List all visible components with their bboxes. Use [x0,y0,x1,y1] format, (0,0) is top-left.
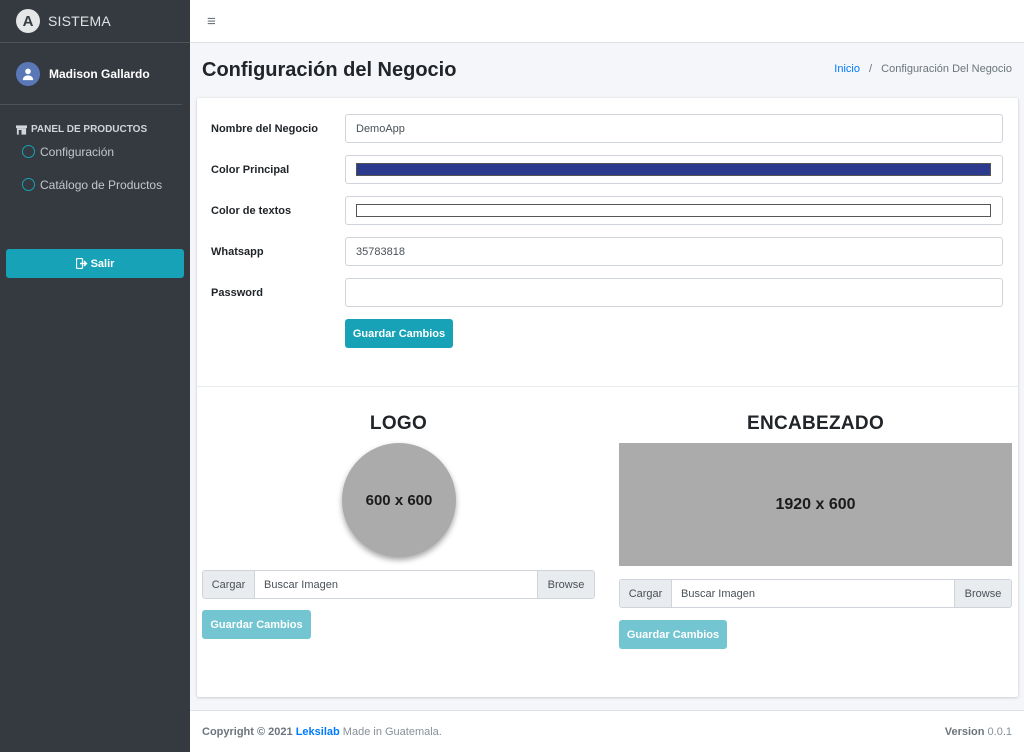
breadcrumb-separator: / [869,63,873,75]
main-color-row: Color Principal [211,155,1003,184]
text-color-label: Color de textos [211,204,292,217]
logout-label: Salir [90,257,115,270]
banner-placeholder-image: 1920 x 600 [619,443,1012,566]
sidebar-item-catalogo[interactable]: Catálogo de Productos [0,168,190,201]
store-icon [16,124,27,135]
logout-button[interactable]: Salir [6,249,184,278]
page-title: Configuración del Negocio [202,58,457,81]
nav-header: PANEL DE PRODUCTOS [0,105,190,135]
logo-file-input: Cargar Buscar Imagen Browse [202,570,595,599]
version-label: Version [944,725,985,738]
banner-upload-prefix: Cargar [620,580,672,607]
brand-logo-icon: A [16,9,40,33]
save-settings-button[interactable]: Guardar Cambios [345,319,453,348]
banner-file-field[interactable]: Buscar Imagen [672,580,954,607]
breadcrumb-current: Configuración Del Negocio [881,63,1012,75]
logo-upload-prefix: Cargar [203,571,255,598]
user-name: Madison Gallardo [49,66,150,81]
business-name-input[interactable]: DemoApp [345,114,1003,143]
main-color-picker[interactable] [345,155,1003,184]
banner-section-title: ENCABEZADO [746,413,885,434]
footer: Copyright © 2021 Leksilab Made in Guatem… [190,710,1024,752]
footer-version: Version 0.0.1 [945,726,1012,738]
main-color-swatch [356,163,991,176]
password-input[interactable] [345,278,1003,307]
whatsapp-row: Whatsapp 35783818 [211,237,1003,266]
text-color-picker[interactable] [345,196,1003,225]
nav-header-label: PANEL DE PRODUCTOS [31,124,148,135]
content-header: Configuración del Negocio Inicio / Confi… [190,43,1024,95]
user-avatar-icon [16,61,40,86]
footer-suffix: Made in Guatemala. [342,725,442,738]
copyright-text: Copyright © 2021 [202,725,293,738]
top-navbar: ≡ [190,0,1024,43]
save-logo-button[interactable]: Guardar Cambios [202,610,311,639]
logo-section-title: LOGO [369,413,428,434]
sidebar-item-label: Configuración [40,144,115,159]
user-panel[interactable]: Madison Gallardo [0,43,182,105]
breadcrumb-home-link[interactable]: Inicio [834,63,860,75]
hamburger-menu-icon[interactable]: ≡ [207,13,216,30]
text-color-swatch [356,204,991,217]
sidebar: A SISTEMA Madison Gallardo PANEL DE PROD… [0,0,190,752]
version-number: 0.0.1 [987,725,1012,738]
banner-file-input: Cargar Buscar Imagen Browse [619,579,1012,608]
circle-icon [22,178,35,191]
sidebar-item-configuracion[interactable]: Configuración [0,135,190,168]
brand[interactable]: A SISTEMA [0,0,190,43]
password-row: Password [211,278,1003,307]
business-name-row: Nombre del Negocio DemoApp [211,114,1003,143]
save-banner-button[interactable]: Guardar Cambios [619,620,727,649]
company-link[interactable]: Leksilab [296,726,340,738]
breadcrumb: Inicio / Configuración Del Negocio [834,63,1012,75]
divider [197,386,1018,387]
business-name-label: Nombre del Negocio [211,122,318,135]
password-label: Password [211,286,263,299]
logo-placeholder-image: 600 x 600 [342,443,456,557]
text-color-row: Color de textos [211,196,1003,225]
circle-icon [22,145,35,158]
logo-file-field[interactable]: Buscar Imagen [255,571,537,598]
banner-browse-button[interactable]: Browse [954,580,1011,607]
sidebar-item-label: Catálogo de Productos [40,177,163,192]
whatsapp-label: Whatsapp [211,245,264,258]
whatsapp-input[interactable]: 35783818 [345,237,1003,266]
brand-text: SISTEMA [48,13,111,29]
footer-copyright: Copyright © 2021 Leksilab Made in Guatem… [202,726,442,738]
logo-browse-button[interactable]: Browse [537,571,594,598]
settings-card: Nombre del Negocio DemoApp Color Princip… [197,98,1018,697]
main-color-label: Color Principal [211,163,290,176]
sign-out-icon [75,258,88,269]
